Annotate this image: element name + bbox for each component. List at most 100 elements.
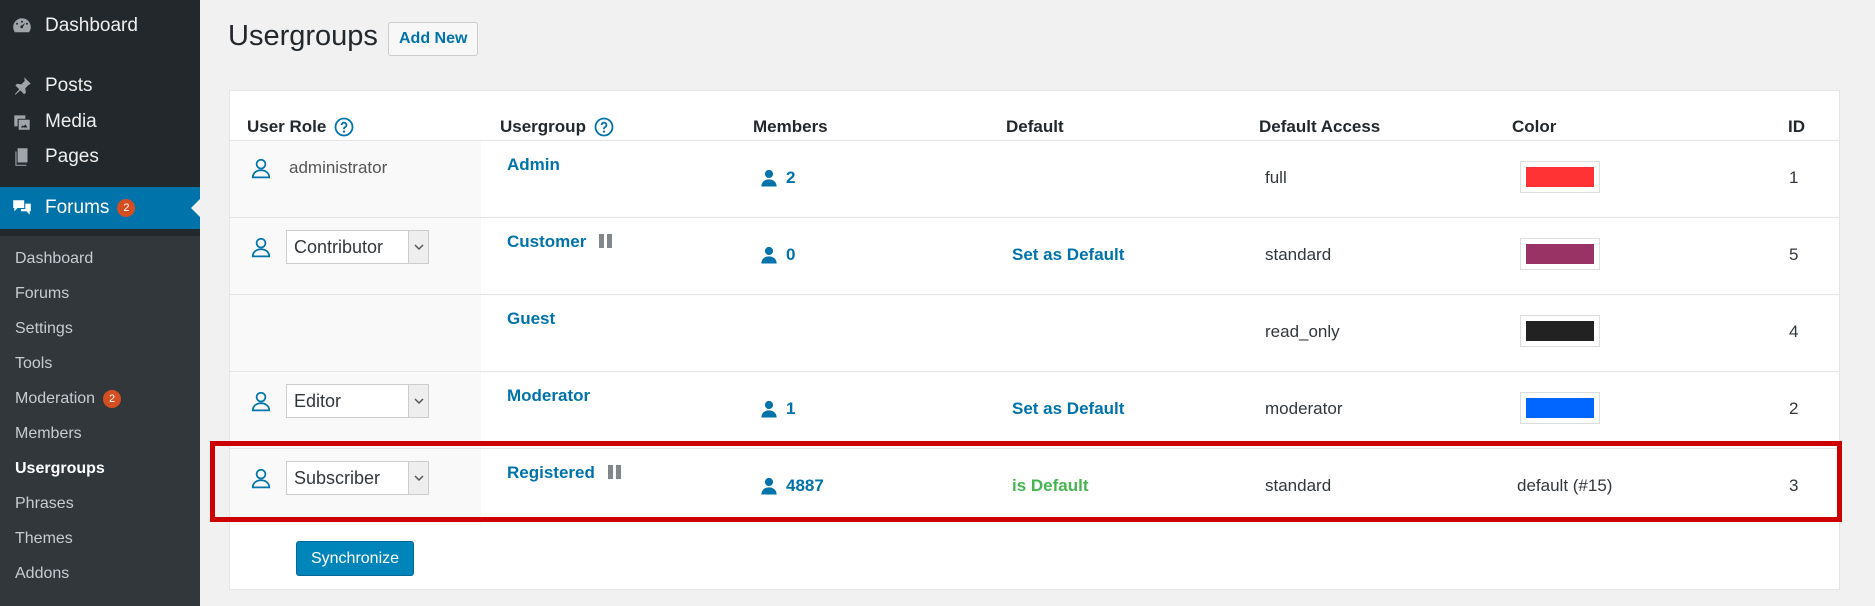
- color-swatch-fill: [1526, 321, 1594, 341]
- column-label-usergroup: Usergroup: [500, 117, 586, 136]
- color-swatch[interactable]: [1520, 315, 1600, 347]
- usergroup-id: 4: [1789, 322, 1799, 341]
- default-access-value: standard: [1265, 245, 1332, 264]
- submenu-item-members[interactable]: Members: [15, 421, 82, 447]
- usergroup-id: 1: [1789, 168, 1799, 187]
- submenu-item-forums[interactable]: Forums: [15, 281, 69, 307]
- user-role-cell: Subscriber: [230, 449, 481, 525]
- menu-item-dashboard[interactable]: Dashboard: [0, 5, 200, 47]
- member-icon: [761, 477, 777, 495]
- table-row: administrator Admin 2 full 1: [230, 140, 1839, 217]
- user-icon: [251, 158, 271, 179]
- forums-icon: [13, 200, 31, 215]
- menu-label-forums: Forums: [45, 197, 110, 218]
- add-new-button[interactable]: Add New: [388, 22, 479, 56]
- usergroup-link[interactable]: Admin: [507, 155, 560, 175]
- role-select-value: Editor: [294, 390, 342, 411]
- user-role-cell: administrator: [230, 141, 481, 217]
- role-select-value: Subscriber: [294, 467, 381, 488]
- member-icon: [761, 400, 777, 418]
- color-swatch[interactable]: [1520, 238, 1600, 270]
- members-count-link[interactable]: 4887: [760, 476, 824, 496]
- menu-label-dashboard: Dashboard: [45, 15, 138, 36]
- members-count-link[interactable]: 2: [760, 168, 795, 188]
- table-row: Guest read_only 4: [230, 294, 1839, 371]
- column-label-user-role: User Role: [247, 117, 327, 136]
- role-select[interactable]: Contributor: [286, 230, 429, 264]
- admin-sidebar: Dashboard Posts Media Pages Forums 2 Das…: [0, 0, 200, 606]
- menu-item-pages[interactable]: Pages: [0, 136, 200, 178]
- page-title: Usergroups: [228, 20, 378, 52]
- user-role-cell: Editor: [230, 372, 481, 448]
- members-count: 2: [786, 168, 796, 187]
- column-header-usergroup: Usergroup: [500, 117, 614, 137]
- active-menu-arrow: [191, 199, 200, 217]
- color-swatch[interactable]: [1520, 392, 1600, 424]
- synchronize-button[interactable]: Synchronize: [296, 541, 414, 576]
- is-default-label: is Default: [1012, 476, 1089, 495]
- color-default-text: default (#15): [1517, 476, 1613, 495]
- usergroup-id: 3: [1789, 476, 1799, 495]
- default-access-value: read_only: [1265, 322, 1340, 341]
- moderation-count-badge: 2: [103, 390, 122, 408]
- color-swatch-fill: [1526, 244, 1594, 264]
- media-icon: [14, 115, 30, 130]
- color-swatch-fill: [1526, 398, 1594, 418]
- submenu-item-themes[interactable]: Themes: [15, 526, 73, 552]
- pause-icon: [599, 234, 615, 248]
- usergroup-link[interactable]: Moderator: [507, 386, 590, 406]
- member-icon: [761, 169, 777, 187]
- user-role-cell: [230, 295, 481, 371]
- members-count-link[interactable]: 1: [760, 399, 795, 419]
- usergroup-link[interactable]: Registered: [507, 463, 595, 482]
- pause-icon: [607, 465, 624, 479]
- user-icon: [251, 237, 271, 258]
- default-access-value: standard: [1265, 476, 1332, 495]
- user-icon: [251, 468, 271, 489]
- role-select[interactable]: Editor: [286, 384, 429, 418]
- default-access-value: full: [1265, 168, 1287, 187]
- submenu-item-settings[interactable]: Settings: [15, 316, 73, 342]
- column-header-id: ID: [1788, 117, 1805, 136]
- menu-label-pages: Pages: [45, 146, 99, 167]
- color-swatch[interactable]: [1520, 161, 1600, 193]
- pin-icon: [14, 77, 31, 95]
- set-as-default-link[interactable]: Set as Default: [1012, 245, 1124, 265]
- table-row: Editor Moderator 1 Set as Default modera…: [230, 371, 1839, 448]
- column-header-default-access: Default Access: [1259, 117, 1381, 136]
- usergroup-id: 5: [1789, 245, 1799, 264]
- usergroup-link[interactable]: Guest: [507, 309, 555, 329]
- role-select[interactable]: Subscriber: [286, 461, 429, 495]
- pages-icon: [15, 148, 28, 166]
- usergroup-name-cell: Registered: [507, 463, 624, 483]
- set-as-default-link[interactable]: Set as Default: [1012, 399, 1124, 419]
- submenu-item-tools[interactable]: Tools: [15, 351, 52, 377]
- submenu-item-dashboard[interactable]: Dashboard: [15, 246, 93, 272]
- user-role-cell: Contributor: [230, 218, 481, 294]
- usergroup-id: 2: [1789, 399, 1799, 418]
- menu-label-posts: Posts: [45, 75, 93, 96]
- submenu-item-moderation[interactable]: Moderation 2: [15, 386, 122, 412]
- members-count: 4887: [786, 476, 824, 495]
- members-count-link[interactable]: 0: [760, 245, 795, 265]
- column-header-members: Members: [753, 117, 828, 136]
- help-icon[interactable]: [594, 117, 614, 137]
- menu-item-forums[interactable]: Forums 2: [0, 187, 200, 229]
- column-header-user-role: User Role: [247, 117, 354, 137]
- table-row: Subscriber Registered 4887 is Default st…: [230, 448, 1839, 525]
- column-header-default: Default: [1006, 117, 1064, 136]
- role-select-value: Contributor: [294, 236, 384, 257]
- color-swatch-fill: [1526, 167, 1594, 187]
- role-name: administrator: [289, 158, 388, 177]
- chevron-down-icon: [408, 231, 428, 263]
- chevron-down-icon: [408, 462, 428, 494]
- submenu-item-phrases[interactable]: Phrases: [15, 491, 74, 517]
- members-count: 0: [786, 245, 796, 264]
- submenu-item-addons[interactable]: Addons: [15, 561, 69, 587]
- member-icon: [761, 246, 777, 264]
- usergroup-link[interactable]: Customer: [507, 232, 586, 251]
- dashboard-icon: [13, 18, 31, 33]
- help-icon[interactable]: [334, 117, 354, 137]
- submenu-item-usergroups[interactable]: Usergroups: [15, 456, 105, 482]
- column-header-color: Color: [1512, 117, 1557, 136]
